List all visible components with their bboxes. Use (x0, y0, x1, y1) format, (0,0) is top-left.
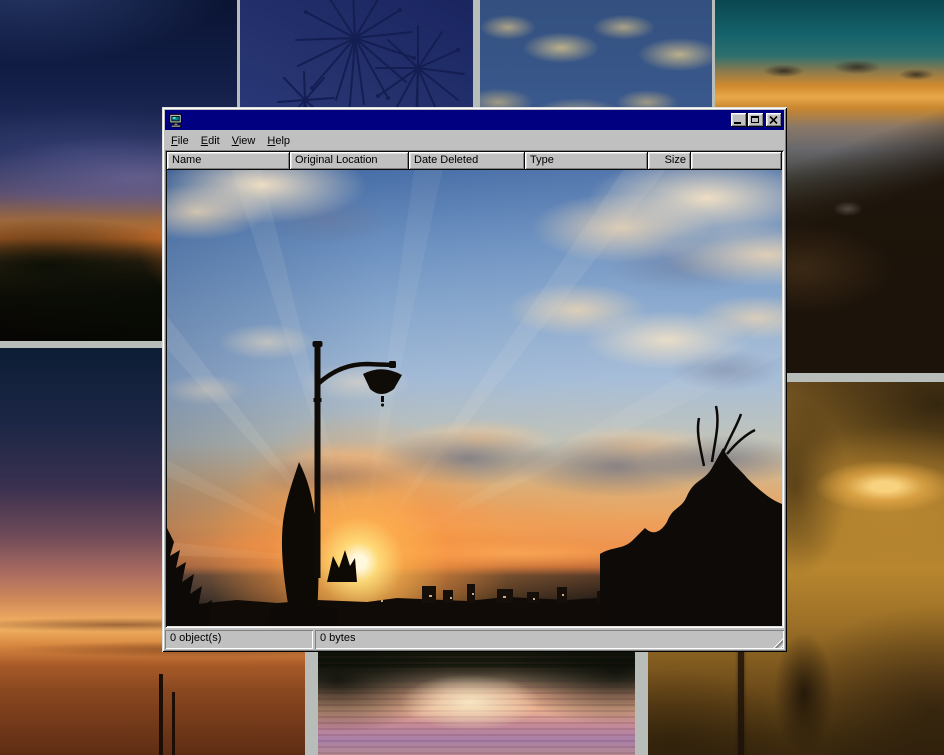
titlebar[interactable] (165, 110, 784, 130)
minimize-button[interactable] (731, 113, 747, 127)
menubar: File Edit View Help (165, 131, 784, 150)
street-lamp-silhouette (313, 341, 403, 578)
silhouettes (167, 170, 782, 626)
status-object-count: 0 object(s) (165, 630, 313, 649)
dead-tree-pole (172, 692, 175, 755)
column-header-name[interactable]: Name (167, 152, 290, 170)
menu-edit[interactable]: Edit (195, 133, 226, 149)
column-header-row: Name Original Location Date Deleted Type… (167, 152, 782, 170)
close-icon (769, 116, 778, 124)
computer-icon[interactable] (168, 113, 184, 128)
statusbar: 0 object(s) 0 bytes (165, 630, 784, 649)
menu-view[interactable]: View (226, 133, 262, 149)
column-header-original-location[interactable]: Original Location (290, 152, 409, 170)
column-header-size[interactable]: Size (648, 152, 691, 170)
column-header-type[interactable]: Type (525, 152, 648, 170)
resize-grip[interactable] (771, 636, 783, 648)
column-header-date-deleted[interactable]: Date Deleted (409, 152, 525, 170)
status-total-size: 0 bytes (315, 630, 784, 649)
listview-background-sunset-photo (167, 170, 782, 626)
menu-file[interactable]: File (165, 133, 195, 149)
close-button[interactable] (766, 113, 782, 127)
maximize-icon (751, 116, 759, 123)
recycle-bin-window: File Edit View Help Name Original Locati… (162, 107, 787, 652)
status-total-size-label: 0 bytes (320, 632, 355, 644)
desktop: { "window": { "title": "", "title_icon":… (0, 0, 944, 755)
column-header-filler (691, 152, 782, 170)
file-list-view[interactable]: Name Original Location Date Deleted Type… (165, 150, 784, 628)
maximize-button[interactable] (748, 113, 764, 127)
minimize-icon (734, 122, 741, 124)
menu-help[interactable]: Help (261, 133, 296, 149)
dead-tree-pole (159, 674, 163, 755)
